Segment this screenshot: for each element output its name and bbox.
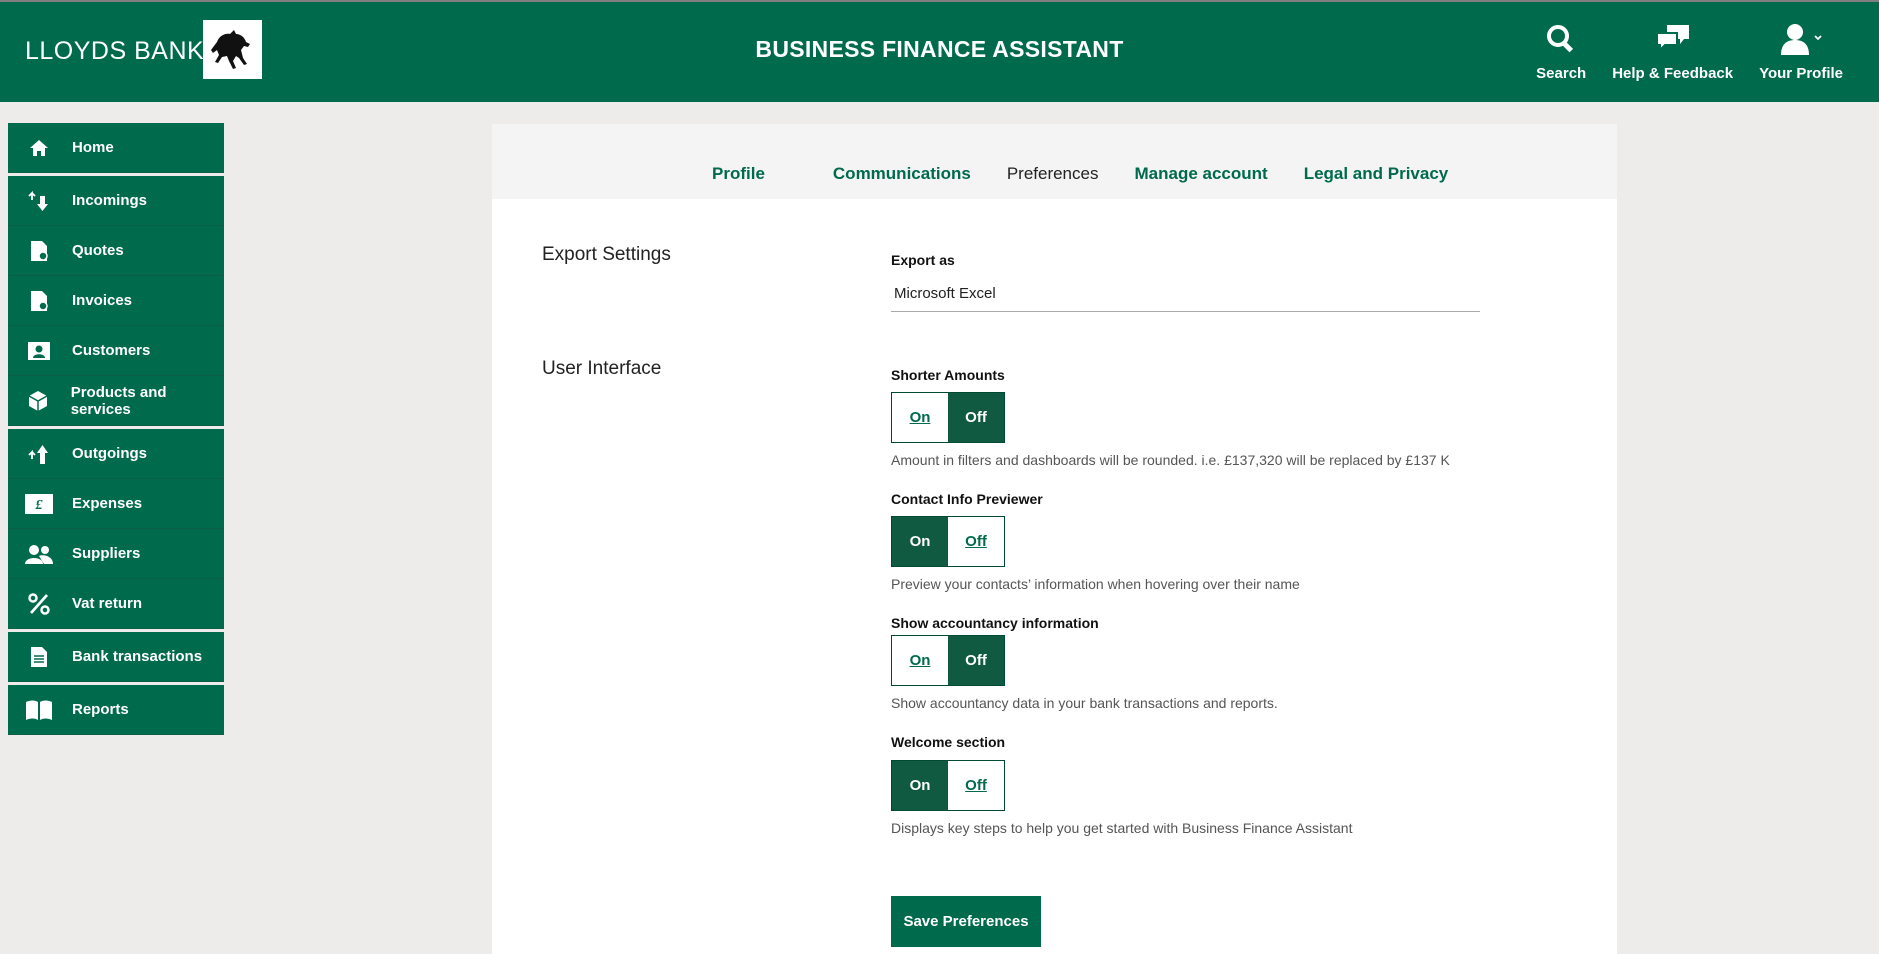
percent-icon: [24, 592, 54, 615]
welcome-section-label: Welcome section: [891, 734, 1006, 750]
sidebar-item-label: Expenses: [72, 495, 143, 512]
reports-icon: [24, 699, 54, 721]
tab-legal-privacy[interactable]: Legal and Privacy: [1304, 164, 1449, 184]
contact-info-previewer-off[interactable]: Off: [948, 517, 1004, 566]
sidebar-item-reports[interactable]: Reports: [8, 685, 224, 735]
customers-icon: [24, 341, 54, 361]
shorter-amounts-on[interactable]: On: [892, 393, 948, 442]
your-profile-button[interactable]: Your Profile: [1759, 2, 1843, 102]
export-as-label: Export as: [891, 252, 955, 268]
help-feedback-label: Help & Feedback: [1612, 65, 1734, 82]
contact-info-previewer-help: Preview your contacts’ information when …: [891, 576, 1300, 592]
contact-info-previewer-toggle: On Off: [891, 516, 1005, 567]
sidebar-item-label: Customers: [72, 342, 151, 359]
search-icon: [1546, 21, 1576, 57]
user-interface-title: User Interface: [542, 358, 662, 379]
accountancy-info-off[interactable]: Off: [948, 636, 1004, 685]
shorter-amounts-toggle: On Off: [891, 392, 1005, 443]
contact-info-previewer-on[interactable]: On: [892, 517, 948, 566]
welcome-section-off[interactable]: Off: [948, 761, 1004, 810]
accountancy-info-help: Show accountancy data in your bank trans…: [891, 695, 1278, 711]
tab-communications[interactable]: Communications: [833, 164, 971, 184]
settings-panel: Profile Communications Preferences Manag…: [492, 124, 1617, 954]
accountancy-info-label: Show accountancy information: [891, 615, 1099, 631]
outgoings-icon: [24, 443, 54, 465]
export-settings-title: Export Settings: [542, 244, 671, 265]
your-profile-label: Your Profile: [1759, 65, 1843, 82]
sidebar: Home Incomings Quotes Invoices Customers…: [8, 123, 224, 735]
tab-profile[interactable]: Profile: [712, 164, 765, 184]
sidebar-item-quotes[interactable]: Quotes: [8, 226, 224, 276]
invoices-icon: [24, 290, 54, 312]
welcome-section-help: Displays key steps to help you get start…: [891, 820, 1353, 836]
settings-tabs: Profile Communications Preferences Manag…: [492, 124, 1617, 199]
user-icon: [1779, 21, 1823, 57]
contact-info-previewer-label: Contact Info Previewer: [891, 491, 1043, 507]
export-format-select[interactable]: Microsoft Excel: [891, 279, 1480, 312]
sidebar-item-label: Home: [72, 139, 114, 156]
sidebar-item-vat-return[interactable]: Vat return: [8, 579, 224, 629]
tab-preferences[interactable]: Preferences: [1007, 164, 1099, 184]
bank-transactions-icon: [24, 646, 54, 668]
sidebar-item-label: Reports: [72, 701, 129, 718]
top-bar: LLOYDS BANK BUSINESS FINANCE ASSISTANT S…: [0, 0, 1879, 102]
search-button[interactable]: Search: [1536, 2, 1586, 102]
home-icon: [24, 139, 54, 157]
sidebar-item-bank-transactions[interactable]: Bank transactions: [8, 632, 224, 682]
sidebar-item-label: Vat return: [72, 595, 143, 612]
sidebar-item-label: Products and services: [70, 383, 167, 418]
svg-text:£: £: [35, 498, 44, 513]
products-icon: [24, 390, 53, 412]
sidebar-item-label: Incomings: [72, 192, 148, 209]
sidebar-item-outgoings[interactable]: Outgoings: [8, 429, 224, 479]
search-label: Search: [1536, 65, 1587, 82]
sidebar-item-home[interactable]: Home: [8, 123, 224, 173]
sidebar-item-expenses[interactable]: £ Expenses: [8, 479, 224, 529]
sidebar-item-customers[interactable]: Customers: [8, 326, 224, 376]
shorter-amounts-help: Amount in filters and dashboards will be…: [891, 452, 1450, 468]
welcome-section-toggle: On Off: [891, 760, 1005, 811]
header-actions: Search Help & Feedback Your Profile: [1510, 2, 1843, 102]
help-feedback-button[interactable]: Help & Feedback: [1612, 2, 1733, 102]
quotes-icon: [24, 240, 54, 262]
sidebar-item-products[interactable]: Products and services: [8, 376, 224, 426]
sidebar-item-label: Outgoings: [72, 445, 147, 462]
chat-bubbles-icon: [1655, 21, 1691, 57]
sidebar-item-suppliers[interactable]: Suppliers: [8, 529, 224, 579]
expenses-icon: £: [24, 493, 54, 514]
accountancy-info-toggle: On Off: [891, 635, 1005, 686]
save-preferences-button[interactable]: Save Preferences: [891, 896, 1041, 947]
accountancy-info-on[interactable]: On: [892, 636, 948, 685]
shorter-amounts-off[interactable]: Off: [948, 393, 1004, 442]
sidebar-item-label: Suppliers: [72, 545, 141, 562]
sidebar-item-invoices[interactable]: Invoices: [8, 276, 224, 326]
sidebar-item-label: Invoices: [72, 292, 133, 309]
sidebar-item-label: Quotes: [72, 242, 124, 259]
sidebar-item-label: Bank transactions: [72, 648, 203, 665]
incomings-icon: [24, 190, 54, 212]
welcome-section-on[interactable]: On: [892, 761, 948, 810]
sidebar-item-incomings[interactable]: Incomings: [8, 176, 224, 226]
shorter-amounts-label: Shorter Amounts: [891, 367, 1005, 383]
suppliers-icon: [24, 544, 54, 564]
tab-manage-account[interactable]: Manage account: [1134, 164, 1267, 184]
